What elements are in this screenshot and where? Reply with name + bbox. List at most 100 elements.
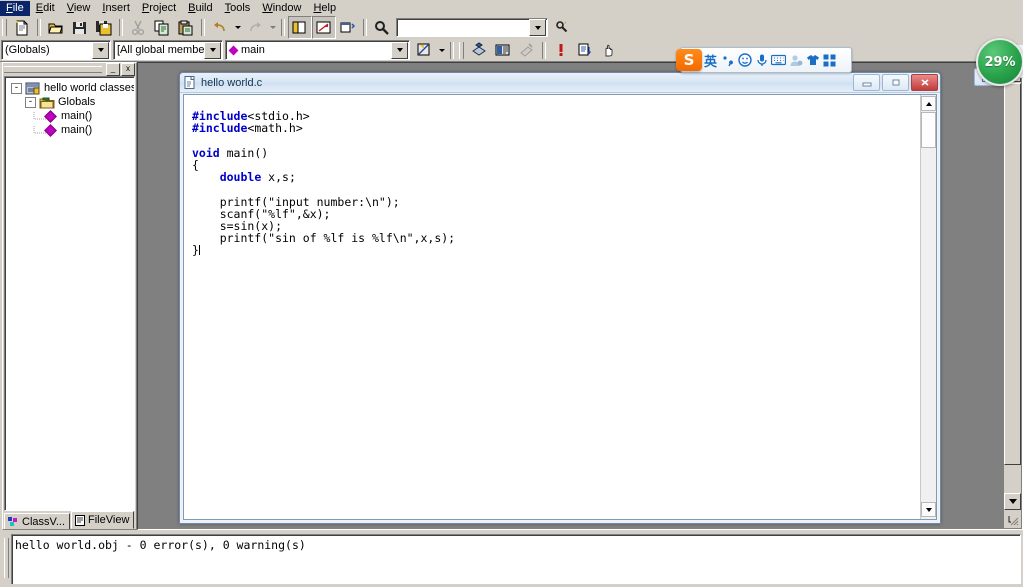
tab-label: ClassV... <box>22 515 66 528</box>
code-text-area[interactable]: #include<stdio.h> #include<math.h> void … <box>184 95 920 519</box>
workspace-close-button[interactable]: x <box>121 62 135 76</box>
toggle-bookmark-icon[interactable] <box>412 39 436 62</box>
toolbar-separator <box>281 19 285 36</box>
editor-close-button[interactable] <box>911 74 938 91</box>
paste-icon[interactable] <box>174 16 198 39</box>
find-in-files-icon[interactable] <box>370 16 394 39</box>
ime-mode-button[interactable]: 英 <box>703 51 718 70</box>
sogou-logo-icon[interactable]: S <box>676 49 702 71</box>
build-output-text[interactable]: hello world.obj - 0 error(s), 0 warning(… <box>11 534 1021 586</box>
mdi-vertical-scrollbar[interactable] <box>1003 64 1021 528</box>
undo-dropdown-arrow[interactable] <box>232 17 243 38</box>
find-next-icon[interactable]: * <box>551 16 575 39</box>
menu-edit[interactable]: Edit <box>30 1 61 16</box>
class-combo[interactable]: (Globals) <box>1 40 111 60</box>
folder-globals-icon <box>39 96 55 109</box>
toolbar-separator <box>363 19 367 36</box>
ime-mode-label: 英 <box>703 54 717 70</box>
memory-usage-badge[interactable]: 29% <box>976 38 1023 86</box>
tree-label: Globals <box>58 96 96 108</box>
hand-icon[interactable] <box>597 39 621 62</box>
fileview-tree[interactable]: - hello world classes - Globals main() m… <box>4 76 135 511</box>
editor-scroll-down-button[interactable] <box>921 502 936 517</box>
workspace-panel: _ x - hello world classes - Globals main… <box>2 62 137 530</box>
menu-build[interactable]: Build <box>182 1 218 16</box>
menu-file[interactable]: File <box>0 0 30 16</box>
find-combo-dropdown[interactable] <box>529 19 546 36</box>
toolbar-separator <box>542 41 546 59</box>
bookmark-dropdown-arrow[interactable] <box>436 40 447 61</box>
output-window-icon[interactable] <box>312 16 336 39</box>
editor-minimize-button[interactable] <box>853 74 880 91</box>
redo-icon[interactable] <box>243 16 267 39</box>
comma-period-icon[interactable] <box>720 51 735 69</box>
tree-node-main-2[interactable]: main() <box>5 123 134 137</box>
toolbox-icon[interactable] <box>822 51 837 69</box>
undo-icon[interactable] <box>208 16 232 39</box>
workspace-icon[interactable] <box>288 16 312 39</box>
mdi-scroll-thumb[interactable] <box>1004 83 1021 465</box>
redo-dropdown-arrow[interactable] <box>267 17 278 38</box>
mdi-scroll-down-button[interactable] <box>1004 493 1021 510</box>
mdi-inner: hello world.c #include<stdio.h> #include… <box>139 64 1021 528</box>
save-icon[interactable] <box>68 16 92 39</box>
soft-keyboard-icon[interactable] <box>771 51 786 69</box>
class-combo-dropdown[interactable] <box>92 41 109 59</box>
fileview-icon <box>75 514 86 526</box>
tab-fileview[interactable]: FileView <box>71 511 135 529</box>
tree-toggle-icon[interactable]: - <box>25 96 36 108</box>
open-icon[interactable] <box>44 16 68 39</box>
menu-tools[interactable]: Tools <box>219 1 257 16</box>
tree-toggle-icon[interactable]: - <box>11 82 22 94</box>
menu-bar: File Edit View Insert Project Build Tool… <box>0 0 1023 17</box>
member-combo-dropdown[interactable] <box>204 41 221 59</box>
toolbar-separator <box>450 41 454 59</box>
editor-vertical-scrollbar[interactable] <box>920 95 936 519</box>
menu-help[interactable]: Help <box>307 1 342 16</box>
stop-build-icon[interactable] <box>515 39 539 62</box>
editor-title-bar[interactable]: hello world.c <box>180 73 940 93</box>
standard-toolbar: * <box>0 16 1023 40</box>
tree-label: main() <box>61 124 93 136</box>
new-text-file-icon[interactable] <box>10 16 34 39</box>
tree-node-globals[interactable]: - Globals <box>5 95 134 109</box>
text-caret <box>198 245 200 256</box>
microphone-icon[interactable] <box>754 51 769 69</box>
symbol-combo-value: main <box>241 44 265 56</box>
build-icon[interactable] <box>491 39 515 62</box>
cut-icon[interactable] <box>126 16 150 39</box>
tree-connector <box>31 125 46 135</box>
symbol-combo-dropdown[interactable] <box>391 41 408 59</box>
toolbar-separator <box>119 19 123 36</box>
toolbar-grip[interactable] <box>2 19 7 36</box>
member-combo[interactable]: [All global members] <box>113 40 223 60</box>
output-pane-grip[interactable] <box>2 533 11 583</box>
build-toolbar-grip[interactable] <box>459 41 464 59</box>
find-combo[interactable] <box>396 18 548 37</box>
user-icon[interactable] <box>788 51 803 69</box>
workspace-grip[interactable] <box>4 65 102 73</box>
editor-scroll-up-button[interactable] <box>921 96 936 111</box>
smiley-icon[interactable] <box>737 51 752 69</box>
menu-view[interactable]: View <box>61 1 97 16</box>
menu-project[interactable]: Project <box>136 1 182 16</box>
mdi-resize-grip[interactable] <box>1005 512 1020 527</box>
symbol-combo[interactable]: main <box>225 40 410 60</box>
sogou-ime-bar[interactable]: S 英 <box>676 47 852 73</box>
window-list-icon[interactable] <box>336 16 360 39</box>
menu-window[interactable]: Window <box>256 1 307 16</box>
code-line-6-rest: x,s; <box>261 170 296 185</box>
editor-scroll-thumb[interactable] <box>921 112 936 148</box>
save-all-icon[interactable] <box>92 16 116 39</box>
workspace-minimize-button[interactable]: _ <box>106 62 120 76</box>
tree-node-main-1[interactable]: main() <box>5 109 134 123</box>
menu-insert[interactable]: Insert <box>96 1 136 16</box>
step-icon[interactable] <box>573 39 597 62</box>
tree-node-project[interactable]: - hello world classes <box>5 81 134 95</box>
editor-restore-button[interactable] <box>882 74 909 91</box>
compile-icon[interactable] <box>467 39 491 62</box>
breakpoint-icon[interactable] <box>549 39 573 62</box>
copy-icon[interactable] <box>150 16 174 39</box>
skin-shirt-icon[interactable] <box>805 51 820 69</box>
tab-classview[interactable]: ClassV... <box>4 513 71 529</box>
